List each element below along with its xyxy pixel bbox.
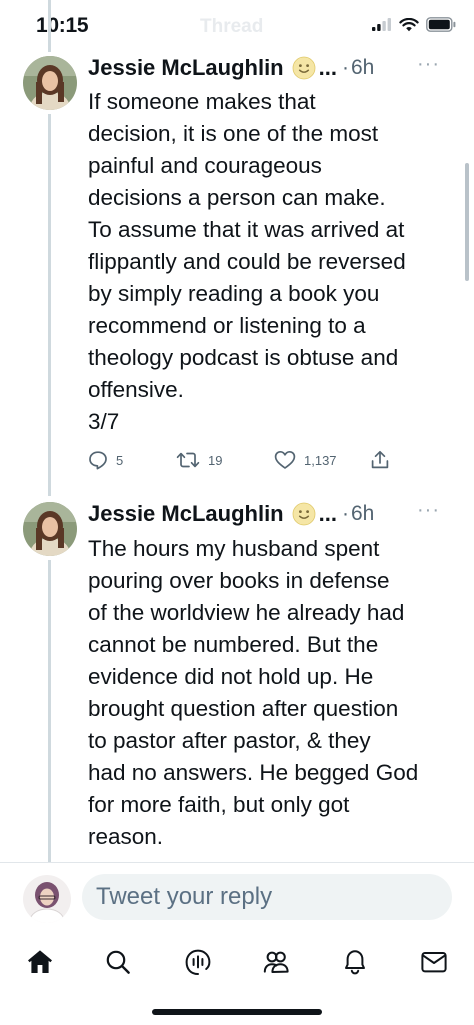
- tweet-text: The hours my husband spent pouring over …: [88, 536, 419, 849]
- tweet-header: Jessie McLaughlin ... · 6h ···: [88, 53, 454, 83]
- battery-icon: [426, 17, 456, 32]
- header-title-faded: Thread: [200, 16, 264, 37]
- tweet-header: Jessie McLaughlin ... · 6h ···: [88, 499, 454, 529]
- thread-line: [48, 0, 51, 52]
- share-icon: [371, 450, 389, 469]
- reply-composer: [0, 862, 474, 931]
- thread-line: [48, 114, 51, 496]
- reply-count: 5: [116, 452, 124, 468]
- slightly-smiling-face-emoji: [292, 502, 316, 526]
- tab-notifications[interactable]: [337, 944, 373, 980]
- user-avatar[interactable]: [23, 875, 71, 923]
- reply-icon: [89, 451, 107, 470]
- status-bar: 10:15 Thread: [0, 0, 474, 46]
- more-options-icon[interactable]: ···: [417, 53, 440, 76]
- home-indicator[interactable]: [152, 1009, 322, 1015]
- slightly-smiling-face-emoji: [292, 56, 316, 80]
- name-ellipsis: ...: [318, 501, 337, 526]
- signal-icon: [372, 18, 391, 31]
- separator-dot: ·: [341, 502, 349, 525]
- tweet-age[interactable]: 6h: [351, 502, 374, 526]
- search-icon: [106, 950, 130, 974]
- tweet-actions: 5 19 1,137: [88, 450, 458, 476]
- status-icons: [372, 17, 456, 32]
- reply-input-container[interactable]: [82, 874, 452, 920]
- tweet-age[interactable]: 6h: [351, 56, 374, 80]
- separator-dot: ·: [341, 56, 349, 79]
- retweet-count: 19: [208, 452, 223, 468]
- like-button[interactable]: 1,137: [274, 450, 337, 470]
- status-time: 10:15: [36, 14, 89, 37]
- retweet-button[interactable]: 19: [176, 450, 222, 470]
- bottom-tab-bar: [0, 930, 474, 990]
- like-count: 1,137: [304, 452, 337, 468]
- messages-icon: [421, 952, 447, 973]
- thread-line: [48, 560, 51, 862]
- reply-input[interactable]: [82, 874, 436, 920]
- author-name[interactable]: Jessie McLaughlin: [88, 55, 284, 81]
- reply-button[interactable]: 5: [88, 450, 123, 470]
- tab-search[interactable]: [100, 944, 136, 980]
- tab-messages[interactable]: [416, 944, 452, 980]
- tab-home[interactable]: [22, 944, 58, 980]
- author-avatar[interactable]: [23, 502, 77, 556]
- scroll-indicator[interactable]: [465, 163, 469, 281]
- spaces-icon: [185, 949, 211, 975]
- author-name[interactable]: Jessie McLaughlin: [88, 501, 284, 527]
- wifi-icon: [399, 17, 419, 31]
- notifications-icon: [345, 950, 365, 975]
- author-avatar[interactable]: [23, 56, 77, 110]
- communities-icon: [263, 951, 289, 973]
- name-ellipsis: ...: [318, 55, 337, 80]
- retweet-icon: [176, 452, 200, 468]
- heart-icon: [274, 450, 296, 469]
- tab-communities[interactable]: [258, 944, 294, 980]
- more-options-icon[interactable]: ···: [417, 499, 440, 522]
- home-icon: [28, 950, 52, 973]
- tweet-text: If someone makes that decision, it is on…: [88, 89, 406, 434]
- tab-spaces[interactable]: [180, 944, 216, 980]
- share-button[interactable]: [370, 450, 390, 470]
